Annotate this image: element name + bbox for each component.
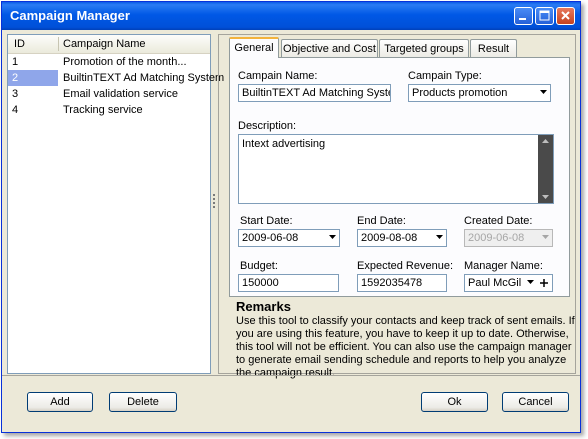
tab-result[interactable]: Result bbox=[470, 39, 517, 57]
ok-button[interactable]: Ok bbox=[421, 392, 488, 412]
delete-button[interactable]: Delete bbox=[109, 392, 177, 412]
table-row[interactable]: 3 Email validation service bbox=[8, 86, 210, 102]
window-title: Campaign Manager bbox=[10, 8, 130, 23]
end-date-value: 2009-08-08 bbox=[361, 232, 418, 244]
row-name: BuiltinTEXT Ad Matching System bbox=[63, 72, 225, 84]
manager-name-field[interactable]: Paul McGil bbox=[464, 274, 553, 292]
general-tab-panel: Campain Name: BuiltinTEXT Ad Matching Sy… bbox=[229, 57, 570, 297]
created-date-picker: 2009-06-08 bbox=[464, 229, 553, 247]
chevron-down-icon bbox=[540, 90, 547, 94]
maximize-button[interactable] bbox=[535, 7, 554, 25]
tab-general[interactable]: General bbox=[229, 37, 279, 58]
row-id: 3 bbox=[12, 88, 19, 100]
cancel-button[interactable]: Cancel bbox=[502, 392, 569, 412]
manager-name-label: Manager Name: bbox=[464, 260, 543, 272]
created-date-value: 2009-06-08 bbox=[468, 232, 525, 244]
start-date-value: 2009-06-08 bbox=[242, 232, 299, 244]
close-icon bbox=[561, 11, 570, 20]
column-divider bbox=[58, 37, 59, 51]
expected-revenue-label: Expected Revenue: bbox=[357, 260, 454, 272]
end-date-picker[interactable]: 2009-08-08 bbox=[357, 229, 447, 247]
campaign-name-label: Campain Name: bbox=[238, 70, 318, 82]
minimize-icon bbox=[519, 18, 526, 20]
description-text: Intext advertising bbox=[242, 138, 326, 150]
close-button[interactable] bbox=[556, 7, 575, 25]
table-row[interactable]: 4 Tracking service bbox=[8, 102, 210, 118]
tab-targeted-groups[interactable]: Targeted groups bbox=[379, 39, 469, 57]
row-name: Promotion of the month... bbox=[63, 56, 187, 68]
row-id: 4 bbox=[12, 104, 19, 116]
chevron-down-icon bbox=[436, 235, 443, 239]
button-bar: Add Delete Ok Cancel bbox=[2, 375, 580, 434]
column-header-id[interactable]: ID bbox=[14, 38, 25, 50]
row-id: 1 bbox=[12, 56, 19, 68]
row-name: Email validation service bbox=[63, 88, 178, 100]
tab-objective-and-cost[interactable]: Objective and Cost bbox=[281, 39, 378, 57]
start-date-picker[interactable]: 2009-06-08 bbox=[238, 229, 340, 247]
manager-name-value: Paul McGil bbox=[468, 277, 522, 289]
splitter-handle[interactable] bbox=[212, 34, 216, 374]
list-header: ID Campaign Name bbox=[8, 35, 210, 54]
created-date-label: Created Date: bbox=[464, 215, 533, 227]
chevron-down-icon bbox=[329, 235, 336, 239]
description-textarea[interactable]: Intext advertising bbox=[238, 134, 554, 204]
budget-field[interactable]: 150000 bbox=[238, 274, 339, 292]
campaign-type-select[interactable]: Products promotion bbox=[408, 84, 551, 102]
maximize-icon bbox=[539, 10, 550, 21]
budget-label: Budget: bbox=[240, 260, 278, 272]
chevron-down-icon[interactable] bbox=[527, 280, 534, 285]
column-header-name[interactable]: Campaign Name bbox=[63, 38, 146, 50]
table-row-selected[interactable]: 2 BuiltinTEXT Ad Matching System bbox=[8, 70, 224, 86]
remarks-title: Remarks bbox=[236, 299, 291, 314]
expected-revenue-field[interactable]: 1592035478 bbox=[357, 274, 447, 292]
end-date-label: End Date: bbox=[357, 215, 406, 227]
campaign-manager-window: Campaign Manager ID Campaign Name 1 Prom… bbox=[1, 1, 581, 433]
chevron-down-icon bbox=[542, 235, 549, 239]
start-date-label: Start Date: bbox=[240, 215, 293, 227]
campaign-type-value: Products promotion bbox=[412, 87, 508, 99]
description-label: Description: bbox=[238, 120, 297, 132]
campaign-name-field[interactable]: BuiltinTEXT Ad Matching System bbox=[238, 84, 391, 102]
table-row[interactable]: 1 Promotion of the month... bbox=[8, 54, 210, 70]
add-button[interactable]: Add bbox=[27, 392, 93, 412]
row-name: Tracking service bbox=[63, 104, 143, 116]
campaign-list[interactable]: ID Campaign Name 1 Promotion of the mont… bbox=[7, 34, 224, 374]
description-scrollbar[interactable] bbox=[538, 135, 553, 203]
title-bar[interactable]: Campaign Manager bbox=[2, 2, 580, 30]
scroll-arrows-icon bbox=[542, 139, 549, 199]
remarks-text: Use this tool to classify your contacts … bbox=[236, 315, 575, 379]
campaign-type-label: Campain Type: bbox=[408, 70, 482, 82]
plus-icon[interactable] bbox=[540, 279, 548, 287]
minimize-button[interactable] bbox=[514, 7, 533, 25]
row-id: 2 bbox=[8, 70, 58, 86]
